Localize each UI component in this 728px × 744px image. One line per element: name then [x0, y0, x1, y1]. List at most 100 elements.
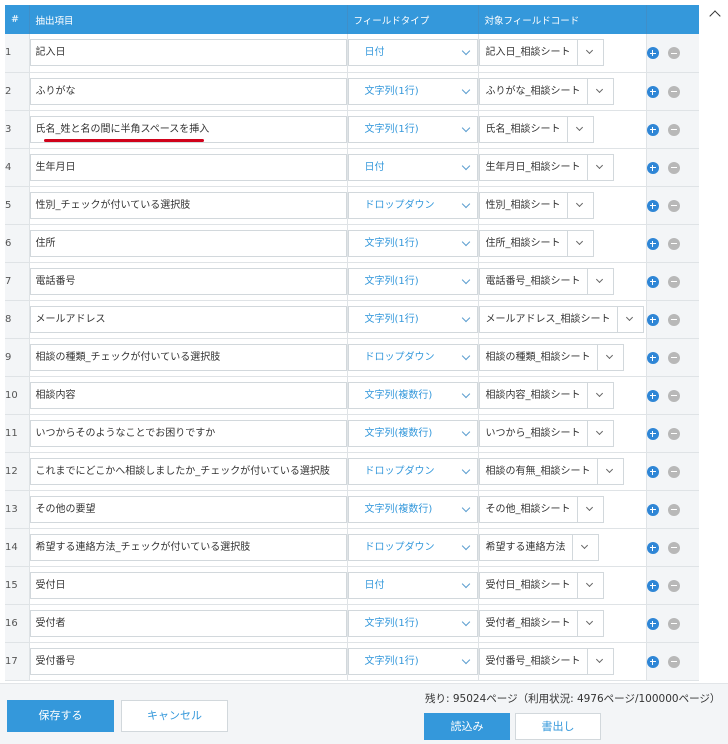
extract-field-input[interactable]: 性別_チェックが付いている選択肢	[29, 191, 347, 219]
extract-field-input[interactable]: 相談内容	[29, 381, 347, 409]
minus-circle-icon[interactable]	[667, 275, 680, 288]
field-type-select[interactable]: 文字列(複数行)	[347, 419, 478, 447]
minus-circle-icon[interactable]	[667, 655, 680, 668]
plus-circle-icon[interactable]	[646, 389, 659, 402]
target-dropdown-button[interactable]	[586, 648, 613, 674]
target-dropdown-button[interactable]	[571, 534, 598, 560]
export-button[interactable]: 書出し	[515, 713, 601, 740]
extract-field-input[interactable]: 生年月日	[29, 153, 347, 181]
minus-circle-icon[interactable]	[667, 541, 680, 554]
plus-circle-icon[interactable]	[646, 85, 659, 98]
target-field-select[interactable]: 生年月日_相談シート	[478, 153, 614, 181]
minus-circle-icon[interactable]	[667, 579, 680, 592]
field-type-select[interactable]: 日付	[347, 39, 478, 67]
target-field-select[interactable]: その他_相談シート	[478, 495, 604, 523]
target-field-select[interactable]: 受付日_相談シート	[478, 571, 604, 599]
target-field-select[interactable]: メールアドレス_相談シート	[478, 305, 644, 333]
target-field-select[interactable]: ふりがな_相談シート	[478, 77, 614, 105]
save-button[interactable]: 保存する	[7, 700, 114, 732]
target-dropdown-button[interactable]	[586, 154, 613, 180]
extract-field-input[interactable]: 相談の種類_チェックが付いている選択肢	[29, 343, 347, 371]
target-dropdown-button[interactable]	[576, 610, 603, 636]
target-dropdown-button[interactable]	[586, 420, 613, 446]
target-field-select[interactable]: 相談の種類_相談シート	[478, 343, 624, 371]
minus-circle-icon[interactable]	[667, 161, 680, 174]
minus-circle-icon[interactable]	[667, 237, 680, 250]
target-dropdown-button[interactable]	[616, 306, 643, 332]
field-type-select[interactable]: ドロップダウン	[347, 533, 478, 561]
plus-circle-icon[interactable]	[646, 617, 659, 630]
minus-circle-icon[interactable]	[667, 199, 680, 212]
extract-field-input[interactable]: 受付番号	[29, 647, 347, 675]
target-dropdown-button[interactable]	[566, 192, 593, 218]
field-type-select[interactable]: 文字列(1行)	[347, 267, 478, 295]
plus-circle-icon[interactable]	[646, 199, 659, 212]
cancel-button[interactable]: キャンセル	[121, 700, 228, 732]
extract-field-input[interactable]: 受付日	[29, 571, 347, 599]
extract-field-input[interactable]: メールアドレス	[29, 305, 347, 333]
target-dropdown-button[interactable]	[566, 116, 593, 142]
extract-field-input[interactable]: 受付者	[29, 609, 347, 637]
target-field-select[interactable]: 希望する連絡方法	[478, 533, 599, 561]
extract-field-input[interactable]: 希望する連絡方法_チェックが付いている選択肢	[29, 533, 347, 561]
plus-circle-icon[interactable]	[646, 313, 659, 326]
plus-circle-icon[interactable]	[646, 503, 659, 516]
target-field-select[interactable]: 相談の有無_相談シート	[478, 457, 624, 485]
plus-circle-icon[interactable]	[646, 351, 659, 364]
target-field-select[interactable]: 氏名_相談シート	[478, 115, 594, 143]
field-type-select[interactable]: 文字列(1行)	[347, 77, 478, 105]
extract-field-input[interactable]: 住所	[29, 229, 347, 257]
plus-circle-icon[interactable]	[646, 161, 659, 174]
minus-circle-icon[interactable]	[667, 389, 680, 402]
field-type-select[interactable]: 文字列(1行)	[347, 647, 478, 675]
plus-circle-icon[interactable]	[646, 427, 659, 440]
target-dropdown-button[interactable]	[566, 230, 593, 256]
target-field-select[interactable]: 相談内容_相談シート	[478, 381, 614, 409]
target-field-select[interactable]: 電話番号_相談シート	[478, 267, 614, 295]
plus-circle-icon[interactable]	[646, 655, 659, 668]
field-type-select[interactable]: 文字列(1行)	[347, 115, 478, 143]
field-type-select[interactable]: 文字列(複数行)	[347, 381, 478, 409]
plus-circle-icon[interactable]	[646, 123, 659, 136]
extract-field-input[interactable]: ふりがな	[29, 77, 347, 105]
target-field-select[interactable]: 受付者_相談シート	[478, 609, 604, 637]
chevron-up-icon[interactable]	[709, 10, 721, 22]
minus-circle-icon[interactable]	[667, 351, 680, 364]
extract-field-input[interactable]: 電話番号	[29, 267, 347, 295]
extract-field-input[interactable]: これまでにどこかへ相談しましたか_チェックが付いている選択肢	[29, 457, 347, 485]
target-field-select[interactable]: 住所_相談シート	[478, 229, 594, 257]
target-dropdown-button[interactable]	[596, 344, 623, 370]
target-field-select[interactable]: 性別_相談シート	[478, 191, 594, 219]
extract-field-input[interactable]: 氏名_姓と名の間に半角スペースを挿入	[29, 115, 347, 143]
extract-field-input[interactable]: その他の要望	[29, 495, 347, 523]
field-type-select[interactable]: ドロップダウン	[347, 457, 478, 485]
field-type-select[interactable]: ドロップダウン	[347, 343, 478, 371]
minus-circle-icon[interactable]	[667, 313, 680, 326]
plus-circle-icon[interactable]	[646, 237, 659, 250]
field-type-select[interactable]: 文字列(複数行)	[347, 495, 478, 523]
field-type-select[interactable]: 日付	[347, 571, 478, 599]
target-dropdown-button[interactable]	[576, 496, 603, 522]
minus-circle-icon[interactable]	[667, 617, 680, 630]
target-field-select[interactable]: 受付番号_相談シート	[478, 647, 614, 675]
field-type-select[interactable]: ドロップダウン	[347, 191, 478, 219]
load-button[interactable]: 読込み	[424, 713, 510, 740]
target-field-select[interactable]: 記入日_相談シート	[478, 39, 604, 67]
minus-circle-icon[interactable]	[667, 47, 680, 60]
field-type-select[interactable]: 日付	[347, 153, 478, 181]
plus-circle-icon[interactable]	[646, 465, 659, 478]
target-dropdown-button[interactable]	[586, 382, 613, 408]
minus-circle-icon[interactable]	[667, 123, 680, 136]
target-dropdown-button[interactable]	[576, 572, 603, 598]
minus-circle-icon[interactable]	[667, 427, 680, 440]
extract-field-input[interactable]: 記入日	[29, 39, 347, 67]
target-dropdown-button[interactable]	[596, 458, 623, 484]
field-type-select[interactable]: 文字列(1行)	[347, 305, 478, 333]
plus-circle-icon[interactable]	[646, 47, 659, 60]
target-dropdown-button[interactable]	[586, 78, 613, 104]
plus-circle-icon[interactable]	[646, 579, 659, 592]
target-dropdown-button[interactable]	[586, 268, 613, 294]
plus-circle-icon[interactable]	[646, 275, 659, 288]
field-type-select[interactable]: 文字列(1行)	[347, 229, 478, 257]
minus-circle-icon[interactable]	[667, 465, 680, 478]
